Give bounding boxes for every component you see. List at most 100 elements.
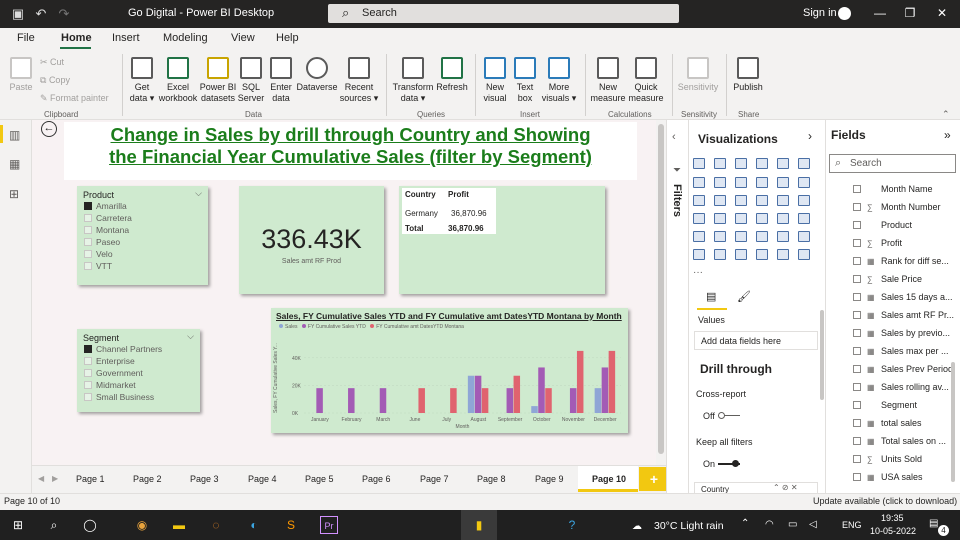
chart-bar[interactable] (545, 388, 552, 413)
jupyter-icon[interactable]: ◌ (207, 516, 225, 534)
field-checkbox[interactable] (853, 401, 861, 409)
field-checkbox[interactable] (853, 185, 861, 193)
copy-button[interactable]: ⧉ Copy (40, 75, 70, 86)
enter-data-button[interactable]: Enter data (267, 55, 295, 104)
field-checkbox[interactable] (853, 311, 861, 319)
fields-well-icon[interactable]: ▤ (706, 290, 716, 303)
segment-slicer[interactable]: Segment ⌵ Channel Partners Enterprise Go… (77, 329, 200, 412)
search-icon[interactable]: ⌕ (45, 516, 63, 534)
visual-type-icon[interactable] (693, 213, 705, 224)
notifications-icon[interactable]: ▤ (929, 518, 938, 529)
chart-bar[interactable] (576, 350, 584, 413)
field-item[interactable]: Segment (853, 399, 917, 411)
tab-page-8[interactable]: Page 8 (477, 474, 506, 484)
tab-page-9[interactable]: Page 9 (535, 474, 564, 484)
help-icon[interactable]: ? (563, 516, 581, 534)
field-item[interactable]: ▦ Sales by previo... (853, 327, 950, 339)
field-checkbox[interactable] (853, 203, 861, 211)
tab-page-2[interactable]: Page 2 (133, 474, 162, 484)
table-header-country[interactable]: Country (405, 190, 436, 199)
restore-icon[interactable]: ❐ (900, 6, 920, 20)
redo-icon[interactable]: ↷ (56, 6, 72, 22)
visual-type-icon[interactable] (798, 213, 810, 224)
field-checkbox[interactable] (853, 365, 861, 373)
windows-start-icon[interactable]: ⊞ (9, 516, 27, 534)
field-checkbox[interactable] (853, 419, 861, 427)
paste-button[interactable]: Paste (6, 55, 36, 93)
chevron-right-icon[interactable]: › (808, 129, 812, 143)
visual-type-icon[interactable] (756, 158, 768, 169)
field-item[interactable]: ▦ USA sales (853, 471, 923, 483)
checkbox[interactable] (84, 214, 92, 222)
save-icon[interactable]: ▣ (10, 6, 26, 22)
field-item[interactable]: ▦ Sales rolling av... (853, 381, 949, 393)
visual-type-icon[interactable] (693, 158, 705, 169)
excel-workbook-button[interactable]: Excel workbook (158, 55, 198, 104)
visual-type-icon[interactable] (714, 213, 726, 224)
field-item[interactable]: ∑ Units Sold (853, 453, 922, 465)
chrome-icon[interactable]: ◉ (133, 516, 151, 534)
checkbox[interactable] (84, 345, 92, 353)
slicer-item[interactable]: Enterprise (84, 356, 135, 367)
avatar[interactable] (838, 7, 851, 20)
cross-report-toggle[interactable] (718, 412, 740, 419)
checkbox[interactable] (84, 393, 92, 401)
menu-view[interactable]: View (231, 32, 255, 44)
visual-type-icon[interactable] (777, 177, 789, 188)
scrollbar-thumb[interactable] (658, 124, 664, 454)
chart-bar[interactable] (418, 388, 425, 413)
weather-text[interactable]: 30°C Light rain (654, 520, 724, 532)
task-view-icon[interactable]: ◯ (81, 516, 99, 534)
power-bi-icon[interactable]: ▮ (470, 516, 488, 534)
chart-bar[interactable] (474, 375, 482, 413)
visual-type-icon[interactable] (735, 158, 747, 169)
visual-type-icon[interactable] (756, 231, 768, 242)
quick-measure-button[interactable]: Quick measure (627, 55, 665, 104)
field-checkbox[interactable] (853, 473, 861, 481)
viz-scrollbar[interactable] (820, 310, 824, 400)
new-visual-button[interactable]: New visual (480, 55, 510, 104)
visual-type-icon[interactable] (777, 231, 789, 242)
slicer-item[interactable]: Amarilla (84, 201, 127, 212)
slicer-item[interactable]: Channel Partners (84, 344, 162, 355)
chevron-down-icon[interactable]: ⌵ (187, 331, 194, 342)
slicer-item[interactable]: Montana (84, 225, 129, 236)
visual-type-icon[interactable] (756, 195, 768, 206)
slicer-item[interactable]: Government (84, 368, 143, 379)
slicer-item[interactable]: Small Business (84, 392, 154, 403)
visual-type-icon[interactable] (735, 177, 747, 188)
text-box-button[interactable]: Text box (511, 55, 539, 104)
weather-icon[interactable]: ☁ (632, 521, 642, 532)
sql-server-button[interactable]: SQL Server (236, 55, 266, 104)
visual-type-icon[interactable] (777, 158, 789, 169)
visual-type-icon[interactable] (714, 177, 726, 188)
chart-bar[interactable] (513, 375, 521, 413)
refresh-button[interactable]: Refresh (434, 55, 470, 93)
premiere-pro-icon[interactable]: Pr (320, 516, 338, 534)
field-item[interactable]: ▦ total sales (853, 417, 922, 429)
menu-help[interactable]: Help (276, 32, 299, 44)
ribbon-collapse-icon[interactable]: ⌃ (942, 109, 950, 120)
field-item[interactable]: ▦ Sales 15 days a... (853, 291, 953, 303)
visual-type-icon[interactable] (693, 195, 705, 206)
data-view-icon[interactable]: ▦ (9, 158, 23, 170)
collapse-fields-icon[interactable]: » (944, 128, 951, 142)
field-checkbox[interactable] (853, 347, 861, 355)
chart-bar[interactable] (348, 388, 355, 413)
clock-date[interactable]: 10-05-2022 (870, 526, 916, 536)
edge-icon[interactable]: ◐ (245, 516, 263, 534)
checkbox[interactable] (84, 262, 92, 270)
checkbox[interactable] (84, 250, 92, 258)
checkbox[interactable] (84, 357, 92, 365)
tab-page-10[interactable]: Page 10 (592, 474, 626, 484)
format-painter-button[interactable]: ✎ Format painter (40, 93, 109, 104)
sign-in-link[interactable]: Sign in (803, 7, 837, 19)
visual-type-icon[interactable] (798, 158, 810, 169)
field-checkbox[interactable] (853, 239, 861, 247)
tray-chevron-icon[interactable]: ⌃ (741, 518, 749, 529)
slicer-item[interactable]: VTT (84, 261, 112, 272)
field-checkbox[interactable] (853, 383, 861, 391)
transform-data-button[interactable]: Transform data ▾ (391, 55, 435, 104)
visual-type-icon[interactable] (798, 177, 810, 188)
field-item[interactable]: ▦ Sales amt RF Pr... (853, 309, 954, 321)
